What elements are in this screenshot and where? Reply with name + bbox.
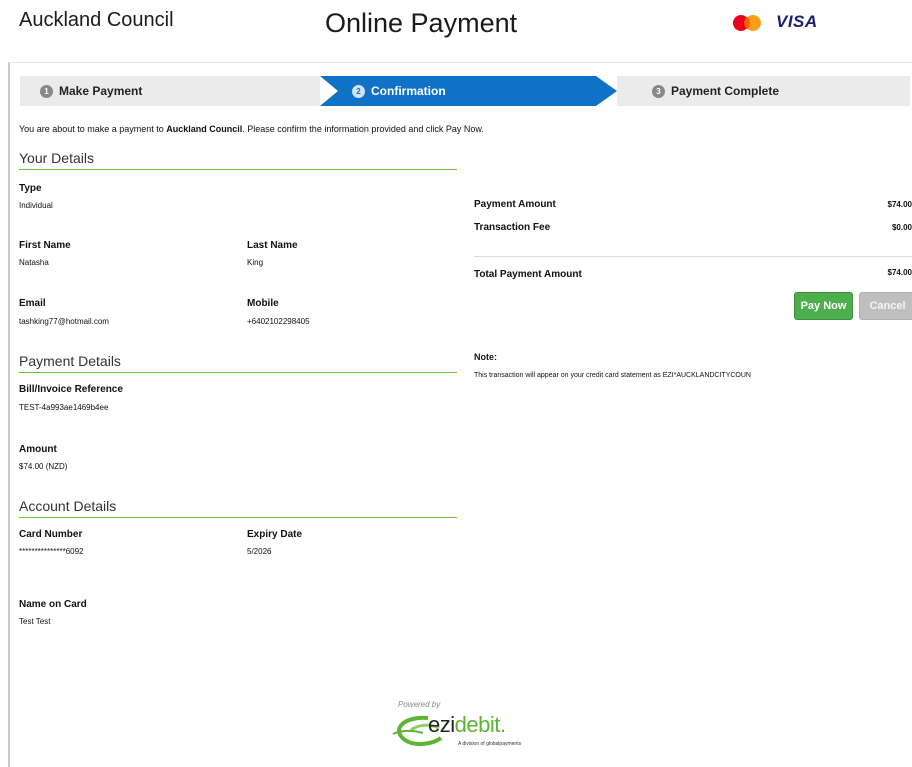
note-label: Note: bbox=[474, 352, 497, 362]
payment-details-heading: Payment Details bbox=[19, 353, 457, 373]
email-value: tashking77@hotmail.com bbox=[19, 317, 109, 326]
cancel-button[interactable]: Cancel bbox=[859, 292, 912, 320]
account-details-heading: Account Details bbox=[19, 498, 457, 518]
logo-text-ezi: ezi bbox=[428, 712, 455, 737]
pay-now-button[interactable]: Pay Now bbox=[794, 292, 853, 320]
last-name-label: Last Name bbox=[247, 240, 298, 251]
expiry-value: 5/2026 bbox=[247, 547, 272, 556]
step-number: 3 bbox=[652, 84, 665, 98]
page-title: Online Payment bbox=[325, 8, 518, 38]
intro-text: You are about to make a payment to Auckl… bbox=[19, 124, 484, 134]
step-label: Confirmation bbox=[371, 84, 446, 98]
step-label: Make Payment bbox=[59, 84, 143, 98]
name-on-card-label: Name on Card bbox=[19, 599, 87, 610]
ezidebit-subtitle: A division of globalpayments bbox=[458, 741, 522, 747]
mobile-value: +6402102298405 bbox=[247, 317, 310, 326]
mobile-label: Mobile bbox=[247, 298, 279, 309]
payee-name: Auckland Council bbox=[166, 124, 243, 134]
transaction-fee-label: Transaction Fee bbox=[474, 222, 551, 233]
your-details-heading: Your Details bbox=[19, 150, 457, 170]
transaction-fee-value: $0.00 bbox=[891, 223, 912, 232]
email-label: Email bbox=[19, 298, 46, 309]
step-label: Payment Complete bbox=[671, 84, 780, 98]
visa-icon: VISA bbox=[776, 12, 818, 31]
intro-before: You are about to make a payment to bbox=[19, 124, 167, 134]
first-name-value: Natasha bbox=[19, 258, 49, 267]
step-number: 2 bbox=[352, 84, 365, 98]
payment-amount-value: $74.00 bbox=[887, 200, 912, 209]
step-payment-complete: 3 Payment Complete bbox=[617, 76, 910, 106]
type-value: Individual bbox=[19, 201, 53, 210]
card-number-value: ***************6092 bbox=[19, 547, 84, 556]
reference-label: Bill/Invoice Reference bbox=[19, 384, 123, 395]
note-text: This transaction will appear on your cre… bbox=[474, 372, 751, 379]
ezidebit-logo-text: ezidebit. bbox=[428, 712, 506, 737]
mastercard-icon bbox=[733, 15, 761, 31]
payment-amount-label: Payment Amount bbox=[474, 199, 556, 210]
powered-by-text: Powered by bbox=[398, 700, 441, 709]
type-label: Type bbox=[19, 183, 42, 194]
first-name-label: First Name bbox=[19, 240, 71, 251]
total-amount-label: Total Payment Amount bbox=[474, 269, 582, 280]
expiry-label: Expiry Date bbox=[247, 529, 303, 540]
step-confirmation: 2 Confirmation bbox=[320, 76, 617, 106]
card-number-label: Card Number bbox=[19, 529, 83, 540]
reference-value: TEST-4a993ae1469b4ee bbox=[19, 403, 109, 412]
intro-after: . Please confirm the information provide… bbox=[242, 124, 484, 134]
total-amount-value: $74.00 bbox=[887, 268, 912, 277]
step-make-payment: 1 Make Payment bbox=[20, 76, 320, 106]
last-name-value: King bbox=[247, 258, 264, 267]
amount-label: Amount bbox=[19, 444, 57, 455]
step-number: 1 bbox=[40, 84, 53, 98]
amount-value: $74.00 (NZD) bbox=[19, 462, 68, 471]
summary-divider bbox=[474, 256, 912, 257]
progress-steps: 1 Make Payment 2 Confirmation 3 Payment … bbox=[20, 76, 910, 106]
top-header: Auckland Council Online Payment VISA bbox=[0, 0, 912, 58]
org-name: Auckland Council bbox=[19, 9, 174, 31]
name-on-card-value: Test Test bbox=[19, 617, 51, 626]
logo-text-debit: debit bbox=[454, 712, 501, 737]
